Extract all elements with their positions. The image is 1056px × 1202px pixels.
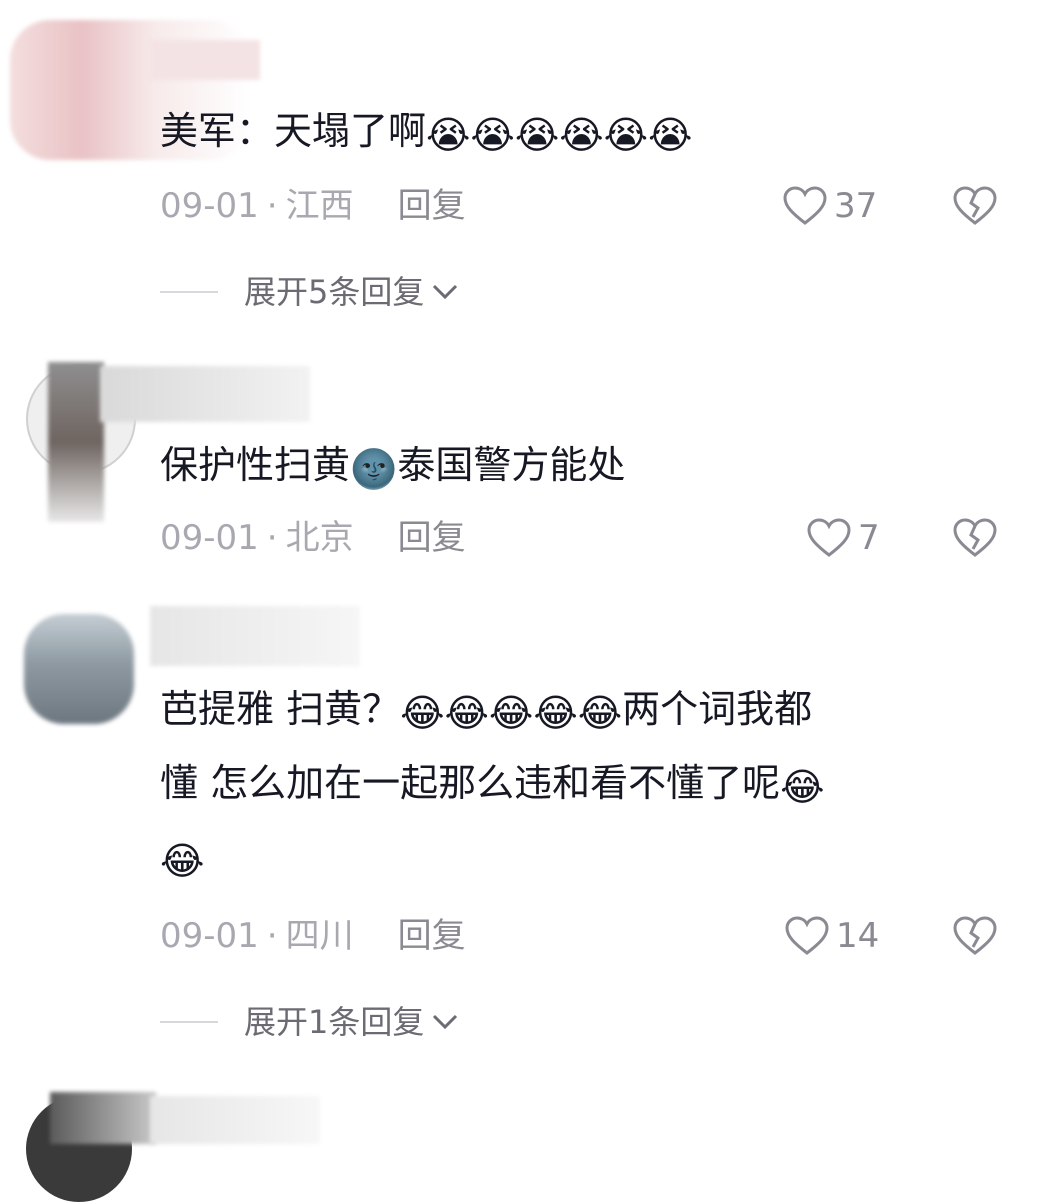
new-moon-face-emoji: 🌚 xyxy=(350,447,398,491)
expand-replies-button[interactable]: 展开1条回复 xyxy=(160,1002,460,1042)
comment-text: 美军：天塌了啊😭😭😭😭😭😭 xyxy=(160,109,693,157)
dislike-button[interactable] xyxy=(952,916,998,960)
like-count: 37 xyxy=(834,186,878,226)
comment-date: 09-01 xyxy=(160,518,259,558)
like-button[interactable]: 14 xyxy=(784,916,879,956)
comment-meta: 09-01 · 四川 回复 xyxy=(160,916,466,956)
comment-location: 四川 xyxy=(285,916,354,956)
comment-date: 09-01 xyxy=(160,916,259,956)
broken-heart-icon xyxy=(953,186,997,225)
blurred-username xyxy=(150,606,360,666)
broken-heart-icon xyxy=(953,916,997,955)
reply-button[interactable]: 回复 xyxy=(398,916,466,956)
blurred-avatar xyxy=(50,1092,156,1144)
comment-date: 09-01 xyxy=(160,186,259,226)
joy-emoji: 😂 xyxy=(577,691,623,735)
divider-line xyxy=(160,291,218,293)
like-count: 14 xyxy=(836,916,880,956)
heart-icon xyxy=(785,916,829,955)
like-button[interactable]: 7 xyxy=(806,518,880,558)
joy-emoji: 😂 xyxy=(160,839,205,883)
chevron-down-icon xyxy=(433,284,458,300)
reply-button[interactable]: 回复 xyxy=(398,186,466,226)
heart-icon xyxy=(807,518,851,557)
laughing-crying-emoji: 😭 xyxy=(603,113,649,157)
laughing-crying-emoji: 😭 xyxy=(514,113,560,157)
separator-dot: · xyxy=(266,186,278,226)
heart-icon xyxy=(783,186,827,225)
like-button[interactable]: 37 xyxy=(782,186,877,226)
joy-emoji: 😂 xyxy=(400,691,445,735)
comment-meta: 09-01 · 北京 回复 xyxy=(160,518,466,558)
comment-meta: 09-01 · 江西 回复 xyxy=(160,186,466,226)
separator-dot: · xyxy=(266,916,278,956)
expand-replies-button[interactable]: 展开5条回复 xyxy=(160,272,460,312)
blurred-username xyxy=(150,40,260,80)
divider-line xyxy=(160,1021,218,1023)
comment-location: 江西 xyxy=(285,186,354,226)
broken-heart-icon xyxy=(953,518,997,557)
blurred-username xyxy=(150,1096,320,1144)
expand-replies-label: 展开1条回复 xyxy=(244,1003,425,1041)
expand-replies-label: 展开5条回复 xyxy=(244,273,425,311)
joy-emoji: 😂 xyxy=(444,691,489,735)
joy-emoji: 😂 xyxy=(488,691,534,735)
dislike-button[interactable] xyxy=(952,518,998,562)
reply-button[interactable]: 回复 xyxy=(398,518,466,558)
separator-dot: · xyxy=(266,518,278,558)
joy-emoji: 😂 xyxy=(780,765,825,809)
comment-location: 北京 xyxy=(285,518,354,558)
laughing-crying-emoji: 😭 xyxy=(426,113,471,157)
laughing-crying-emoji: 😭 xyxy=(648,113,693,157)
chevron-down-icon xyxy=(433,1014,458,1030)
blurred-avatar xyxy=(24,614,134,724)
dislike-button[interactable] xyxy=(952,186,998,230)
laughing-crying-emoji: 😭 xyxy=(470,113,515,157)
like-count: 7 xyxy=(858,518,880,558)
comment-text: 芭提雅 扫黄？😂😂😂😂😂两个词我都 懂 怎么加在一起那么违和看不懂了呢😂 😂 xyxy=(160,687,825,883)
comment-text: 保护性扫黄🌚泰国警方能处 xyxy=(160,443,626,491)
blurred-avatar xyxy=(48,362,104,522)
blurred-username xyxy=(100,366,310,422)
joy-emoji: 😂 xyxy=(533,691,578,735)
laughing-crying-emoji: 😭 xyxy=(559,113,604,157)
